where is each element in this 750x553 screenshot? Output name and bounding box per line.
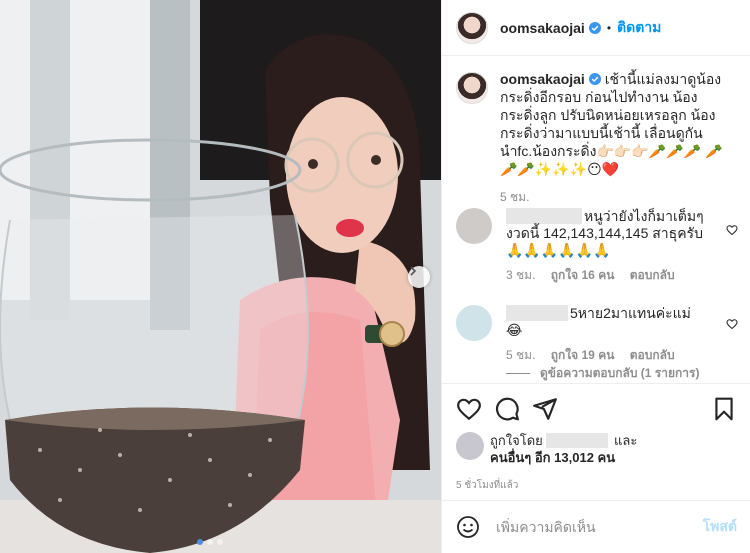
- comment-body: 5หาย2มาแทนค่ะแม่😂 5 ชม. ถูกใจ 19 คน ตอบก…: [506, 305, 706, 364]
- posted-time[interactable]: 5 ชั่วโมงที่แล้ว: [456, 478, 518, 493]
- comment-heart-icon[interactable]: [726, 224, 738, 236]
- post-side-panel: oomsakaojai • ติดตาม oomsakaojai เช้านี้…: [441, 0, 750, 553]
- caption-time[interactable]: 5 ชม.: [500, 188, 736, 206]
- author-username[interactable]: oomsakaojai: [500, 20, 585, 36]
- likes-text: ถูกใจโดย และ คนอื่นๆ อีก 13,012 คน: [490, 432, 637, 466]
- reply-button[interactable]: ตอบกลับ: [630, 268, 675, 282]
- view-replies-button[interactable]: ดูข้อความตอบกลับ (1 รายการ): [506, 364, 699, 383]
- replies-line: [506, 373, 530, 374]
- redacted-username: [506, 208, 582, 224]
- header-separator: •: [606, 20, 612, 35]
- comment-input[interactable]: [494, 518, 688, 536]
- share-icon[interactable]: [532, 396, 558, 422]
- emoji-icon[interactable]: [456, 515, 480, 539]
- likes-summary: ถูกใจโดย และ คนอื่นๆ อีก 13,012 คน: [456, 432, 637, 466]
- comment-time[interactable]: 3 ชม.: [506, 268, 535, 282]
- carousel-dot: [207, 539, 213, 545]
- comment-likes[interactable]: ถูกใจ 16 คน: [551, 268, 615, 282]
- liker-avatar[interactable]: [456, 432, 484, 460]
- redacted-liker: [546, 433, 609, 448]
- carousel-next-button[interactable]: [408, 266, 430, 288]
- view-replies-label: ดูข้อความตอบกลับ (1 รายการ): [540, 366, 700, 380]
- add-comment-bar: โพสต์: [442, 500, 750, 553]
- comment-time[interactable]: 5 ชม.: [506, 348, 535, 362]
- comment-likes[interactable]: ถูกใจ 19 คน: [551, 348, 615, 362]
- carousel-dot: [217, 539, 223, 545]
- photo-illustration: [0, 0, 441, 553]
- commenter-avatar[interactable]: [456, 208, 492, 244]
- action-bar: [442, 383, 750, 433]
- redacted-username: [506, 305, 568, 321]
- caption-username[interactable]: oomsakaojai: [500, 71, 585, 87]
- follow-button[interactable]: ติดตาม: [617, 17, 661, 39]
- carousel-dots: [197, 539, 223, 545]
- likes-others-link[interactable]: คนอื่นๆ อีก 13,012 คน: [490, 450, 615, 465]
- post-photo[interactable]: [0, 0, 441, 553]
- caption-avatar[interactable]: [456, 72, 488, 104]
- author-avatar[interactable]: [456, 11, 488, 44]
- comment-item: หนูว่ายังไงก็มาเต็มๆ งวดนี้ 142,143,144,…: [442, 208, 720, 284]
- post-header: oomsakaojai • ติดตาม: [442, 0, 750, 56]
- bookmark-icon[interactable]: [711, 396, 737, 422]
- verified-badge-icon: [588, 21, 601, 34]
- likes-prefix: ถูกใจโดย: [490, 433, 543, 448]
- reply-button[interactable]: ตอบกลับ: [630, 348, 675, 362]
- chevron-right-icon: [410, 266, 417, 276]
- heart-icon[interactable]: [456, 396, 482, 422]
- carousel-dot: [197, 539, 203, 545]
- comment-body: หนูว่ายังไงก็มาเต็มๆ งวดนี้ 142,143,144,…: [506, 208, 706, 284]
- commenter-avatar[interactable]: [456, 305, 492, 341]
- verified-badge-icon: [588, 73, 601, 85]
- likes-and: และ: [614, 433, 638, 448]
- caption-body: oomsakaojai เช้านี้แม่ลงมาดูน้องกระดิ่งอ…: [500, 70, 736, 206]
- post-comment-button[interactable]: โพสต์: [703, 516, 737, 538]
- comment-heart-icon[interactable]: [726, 318, 738, 330]
- comment-item: 5หาย2มาแทนค่ะแม่😂 5 ชม. ถูกใจ 19 คน ตอบก…: [442, 305, 720, 364]
- instagram-post-view: oomsakaojai • ติดตาม oomsakaojai เช้านี้…: [0, 0, 750, 553]
- post-caption: oomsakaojai เช้านี้แม่ลงมาดูน้องกระดิ่งอ…: [442, 56, 750, 206]
- comment-meta: 5 ชม. ถูกใจ 19 คน ตอบกลับ: [506, 347, 706, 364]
- comment-meta: 3 ชม. ถูกใจ 16 คน ตอบกลับ: [506, 267, 706, 284]
- comment-icon[interactable]: [494, 396, 520, 422]
